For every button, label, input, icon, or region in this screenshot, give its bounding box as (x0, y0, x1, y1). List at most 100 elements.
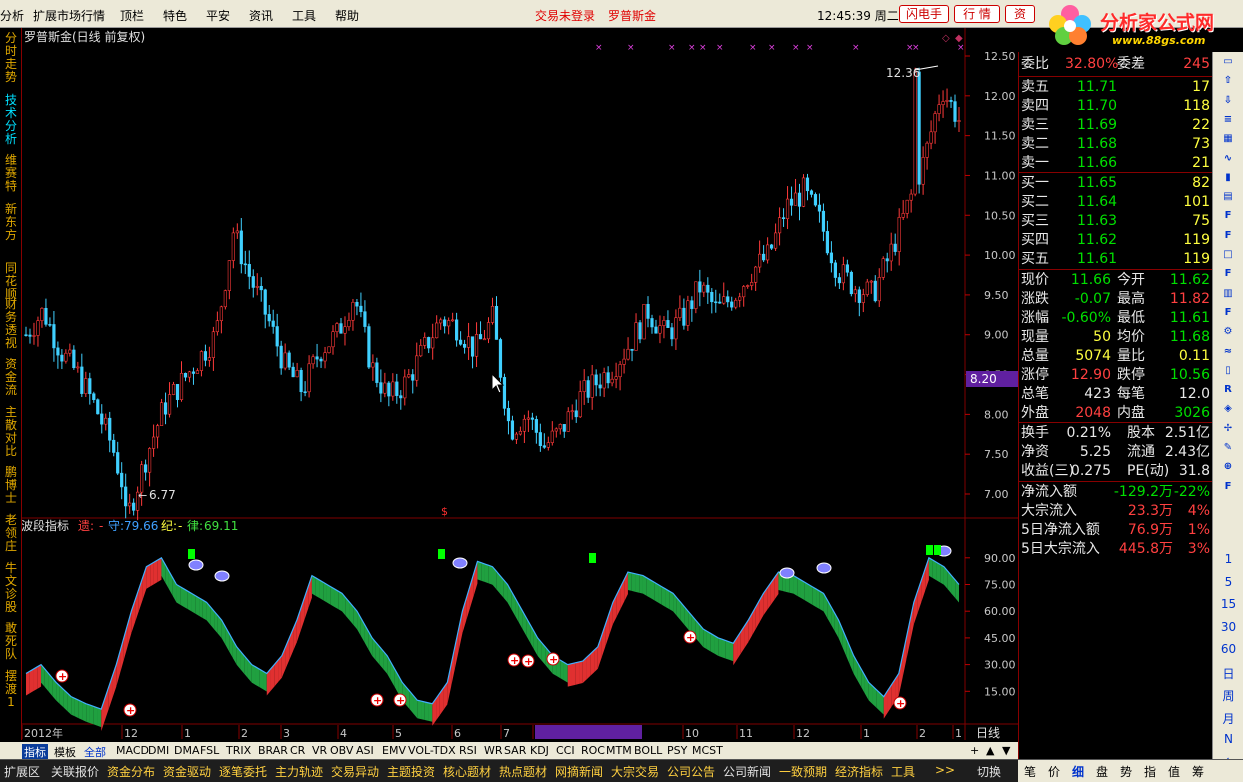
fc-icon[interactable]: F (1216, 230, 1240, 247)
bottom-tab[interactable]: 大宗交易 (611, 763, 659, 780)
main-chart[interactable]: 罗普斯金(日线 前复权) × × × × × × × × × × × ×× × 12.5012.0011… (22, 28, 1018, 740)
detail-tab[interactable]: 细 (1072, 763, 1084, 780)
tab-laolingzhuang[interactable]: 老领庄 (3, 514, 19, 553)
tab-technical[interactable]: 技术分析 (3, 94, 19, 146)
diamond-icon[interactable]: ◇ (942, 33, 950, 44)
indicator-tab[interactable]: WR (484, 744, 503, 757)
detail-tab[interactable]: 盘 (1096, 763, 1108, 780)
bottom-tab[interactable]: 逐笔委托 (219, 763, 267, 780)
tab-scroll-button[interactable]: + (970, 744, 979, 757)
detail-tab[interactable]: 势 (1120, 763, 1132, 780)
detail-tab[interactable]: 值 (1168, 763, 1180, 780)
bottom-tab[interactable]: 公司公告 (667, 763, 715, 780)
menu-special[interactable]: 特色 (163, 7, 187, 24)
rsi-icon[interactable]: R (1216, 384, 1240, 401)
bottom-tab[interactable]: 资金分布 (107, 763, 155, 780)
indicator-tab[interactable]: MCST (692, 744, 723, 757)
indicator-tab[interactable]: KDJ (530, 744, 549, 757)
menu-analysis[interactable]: 分析 (0, 7, 24, 24)
indicator-name[interactable]: 波段指标 (22, 518, 69, 533)
detail-tab[interactable]: 笔 (1024, 763, 1036, 780)
pen-icon[interactable]: ✎ (1216, 442, 1240, 459)
volume-icon[interactable]: ▯ (1216, 365, 1240, 382)
tab-tonghuashun[interactable]: 同花顺 (3, 262, 19, 301)
cross-icon[interactable]: ✢ (1216, 423, 1240, 440)
indicator-tab[interactable]: DMA (174, 744, 200, 757)
period-button[interactable]: 5 (1213, 575, 1243, 589)
menu-help[interactable]: 帮助 (335, 7, 359, 24)
period-button[interactable]: 15 (1213, 597, 1243, 611)
trade-login-status[interactable]: 交易未登录 (535, 7, 595, 24)
candle-icon[interactable]: ▮ (1216, 172, 1240, 189)
window-icon[interactable]: ▭ (1216, 56, 1240, 73)
period-button[interactable]: 日 (1213, 665, 1243, 682)
menu-extended-market[interactable]: 扩展市场行情 (33, 7, 105, 24)
quote-button[interactable]: 行 情 (954, 5, 1000, 23)
indicator-tab[interactable]: 全部 (84, 744, 106, 760)
bottom-tab[interactable]: 主力轨迹 (275, 763, 323, 780)
switch-button[interactable]: 切换 (977, 763, 1001, 780)
indicator-tab[interactable]: OBV (330, 744, 353, 757)
tab-main-retail[interactable]: 主散对比 (3, 406, 19, 458)
settings-icon[interactable]: ⚙ (1216, 326, 1240, 343)
tab-pengboshi[interactable]: 鹏博士 (3, 466, 19, 505)
period-label[interactable]: 日线 (976, 726, 1000, 740)
tab-baidu[interactable]: 摆渡1 (3, 670, 19, 709)
list-icon[interactable]: ≡ (1216, 114, 1240, 131)
detail-tab[interactable]: 指 (1144, 763, 1156, 780)
period-button[interactable]: 月 (1213, 710, 1243, 727)
indicator-tab[interactable]: TRIX (226, 744, 251, 757)
flash-trade-button[interactable]: 闪电手 (899, 5, 949, 23)
line-chart-icon[interactable]: ∿ (1216, 153, 1240, 170)
tab-capital-flow[interactable]: 资金流 (3, 358, 19, 397)
bottom-tab[interactable]: 关联报价 (51, 763, 99, 780)
f-icon[interactable]: F (1216, 307, 1240, 324)
bottom-tab[interactable]: 资金驱动 (163, 763, 211, 780)
bottom-tab[interactable]: 主题投资 (387, 763, 435, 780)
indicator-tab[interactable]: ASI (356, 744, 374, 757)
tab-xindongfang[interactable]: 新东方 (3, 203, 19, 242)
menu-pingan[interactable]: 平安 (206, 7, 230, 24)
indicator-tab[interactable]: PSY (667, 744, 687, 757)
indicator-tab[interactable]: MACD (116, 744, 149, 757)
bottom-tab[interactable]: 交易异动 (331, 763, 379, 780)
period-button[interactable]: 1 (1213, 552, 1243, 566)
bottom-tab[interactable]: 经济指标 (835, 763, 883, 780)
period-button[interactable]: N (1213, 732, 1243, 746)
indicator-tab[interactable]: BOLL (634, 744, 662, 757)
indicator-tab[interactable]: DMI (148, 744, 169, 757)
menu-tools[interactable]: 工具 (292, 7, 316, 24)
expand-icon[interactable]: ◆ (955, 33, 963, 44)
f10-icon[interactable]: F (1216, 210, 1240, 227)
indicator-tab[interactable]: ROC (581, 744, 605, 757)
period-button[interactable]: 周 (1213, 687, 1243, 704)
period-button[interactable]: 30 (1213, 620, 1243, 634)
indicator-tab[interactable]: VOL-TDX (408, 744, 456, 757)
indicator-tab[interactable]: SAR (504, 744, 526, 757)
period-button[interactable]: 60 (1213, 642, 1243, 656)
bottom-tab[interactable]: 公司新闻 (723, 763, 771, 780)
document-icon[interactable]: □ (1216, 249, 1240, 266)
detail-tab[interactable]: 价 (1048, 763, 1060, 780)
indicator-tab[interactable]: EMV (382, 744, 406, 757)
tab-gansidui[interactable]: 敢死队 (3, 622, 19, 661)
indicator-tab[interactable]: 模板 (54, 744, 76, 760)
overlay-icon[interactable]: ◈ (1216, 403, 1240, 420)
menu-topbar[interactable]: 顶栏 (120, 7, 144, 24)
detail-tab[interactable]: 筹 (1192, 763, 1204, 780)
tab-intraday[interactable]: 分时走势 (3, 32, 19, 84)
wave-icon[interactable]: ≈ (1216, 346, 1240, 363)
indicator-tab[interactable]: CR (290, 744, 305, 757)
menu-news[interactable]: 资讯 (249, 7, 273, 24)
tab-weisaite[interactable]: 维赛特 (3, 154, 19, 193)
indicator-tab[interactable]: FSL (200, 744, 219, 757)
up-arrow-icon[interactable]: ⇧ (1216, 75, 1240, 92)
tab-niuwen[interactable]: 牛文诊股 (3, 562, 19, 614)
indicator-tab[interactable]: VR (312, 744, 327, 757)
f2-icon[interactable]: F (1216, 268, 1240, 285)
bottom-tab[interactable]: 网摘新闻 (555, 763, 603, 780)
bottom-tab[interactable]: 核心题材 (443, 763, 491, 780)
tab-scroll-button[interactable]: ▲ (986, 744, 994, 757)
info-button[interactable]: 资 (1005, 5, 1035, 23)
f5-icon[interactable]: F (1216, 481, 1240, 498)
